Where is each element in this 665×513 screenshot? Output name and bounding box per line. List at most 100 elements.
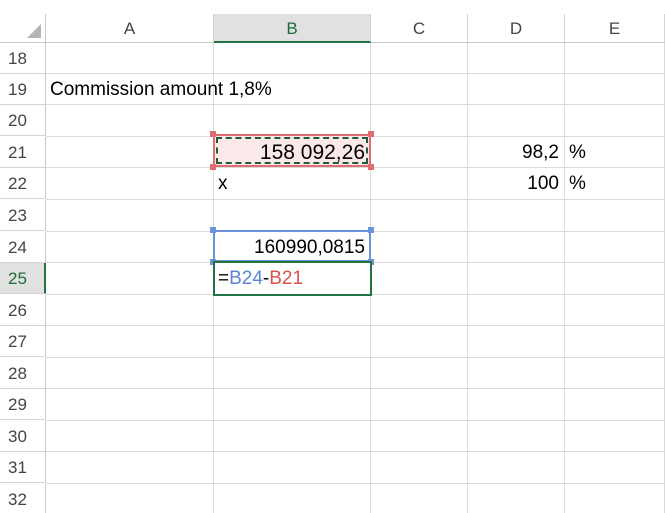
grid-cell[interactable] [565, 389, 665, 421]
cell-formula-editor[interactable]: =B24-B21 [218, 263, 303, 294]
formula-ref-b24: B24 [229, 268, 263, 289]
grid-cell[interactable] [468, 200, 565, 232]
column-header-a[interactable]: A [46, 14, 214, 43]
row-header-18[interactable]: 18 [0, 43, 46, 74]
row-header-19[interactable]: 19 [0, 74, 46, 105]
grid-cell[interactable] [565, 200, 665, 232]
grid-cell[interactable] [46, 295, 214, 326]
grid-cell[interactable] [214, 389, 371, 421]
grid-cell[interactable] [565, 484, 665, 513]
grid-cell[interactable] [371, 168, 468, 200]
row-header-21[interactable]: 21 [0, 137, 46, 168]
grid-cell[interactable] [46, 263, 214, 295]
grid-cell[interactable] [46, 232, 214, 263]
grid-cell[interactable] [46, 452, 214, 484]
grid-cell[interactable] [46, 326, 214, 358]
row-header-23[interactable]: 23 [0, 200, 46, 231]
grid-cell[interactable] [468, 295, 565, 326]
row-header-31[interactable]: 31 [0, 452, 46, 483]
grid-cell[interactable] [371, 452, 468, 484]
grid-cell[interactable] [371, 263, 468, 295]
grid-cell[interactable] [371, 326, 468, 358]
cell-b22[interactable]: x [214, 168, 371, 199]
grid-cell[interactable] [214, 421, 371, 452]
grid-cell[interactable] [371, 421, 468, 452]
grid-cell[interactable] [46, 484, 214, 513]
grid-cell[interactable] [46, 200, 214, 232]
grid-cell[interactable] [214, 200, 371, 232]
formula-ref-b21: B21 [269, 268, 304, 289]
grid-cell[interactable] [371, 137, 468, 168]
column-header-d[interactable]: D [468, 14, 565, 43]
cell-e22[interactable]: % [565, 168, 665, 199]
grid-cell[interactable] [468, 74, 565, 105]
grid-cell[interactable] [46, 168, 214, 200]
grid-cell[interactable] [214, 326, 371, 358]
grid-cell[interactable] [565, 326, 665, 358]
grid-cell[interactable] [46, 389, 214, 421]
grid-cell[interactable] [565, 295, 665, 326]
grid-cell[interactable] [214, 295, 371, 326]
cell-d22[interactable]: 100 [468, 168, 565, 199]
row-header-32[interactable]: 32 [0, 484, 46, 513]
grid-cell[interactable] [371, 484, 468, 513]
grid-cell[interactable] [371, 43, 468, 74]
row-header-29[interactable]: 29 [0, 389, 46, 420]
grid-cell[interactable] [46, 137, 214, 168]
grid-cell[interactable] [46, 358, 214, 389]
grid-cell[interactable] [565, 452, 665, 484]
grid-cell[interactable] [468, 358, 565, 389]
grid-cell[interactable] [468, 421, 565, 452]
grid-cell[interactable] [214, 452, 371, 484]
cell-b21[interactable]: 158 092,26 [214, 137, 371, 168]
grid-cell[interactable] [214, 43, 371, 74]
grid-cell[interactable] [371, 74, 468, 105]
grid-cell[interactable] [468, 43, 565, 74]
cell-e21[interactable]: % [565, 137, 665, 168]
row-header-26[interactable]: 26 [0, 295, 46, 326]
grid-cell[interactable] [371, 105, 468, 137]
grid-cell[interactable] [371, 358, 468, 389]
grid-cell[interactable] [468, 452, 565, 484]
cell-d21[interactable]: 98,2 [468, 137, 565, 168]
row-header-20[interactable]: 20 [0, 105, 46, 136]
column-header-e[interactable]: E [565, 14, 665, 43]
grid-cell[interactable] [565, 232, 665, 263]
grid-cell[interactable] [565, 358, 665, 389]
grid-cell[interactable] [468, 105, 565, 137]
row-header-27[interactable]: 27 [0, 326, 46, 357]
row-header-25[interactable]: 25 [0, 263, 46, 294]
grid-cell[interactable] [371, 389, 468, 421]
grid-cell[interactable] [371, 232, 468, 263]
grid-cell[interactable] [371, 295, 468, 326]
grid-cell[interactable] [468, 263, 565, 295]
grid-cell[interactable] [214, 105, 371, 137]
grid-cell[interactable] [565, 263, 665, 295]
select-all-button[interactable] [0, 14, 46, 43]
grid-cell[interactable] [46, 43, 214, 74]
row-header-28[interactable]: 28 [0, 358, 46, 389]
grid-cell[interactable] [565, 43, 665, 74]
grid-cell[interactable] [46, 421, 214, 452]
grid-cell[interactable] [214, 358, 371, 389]
spreadsheet-grid[interactable]: A B C D E 18 19 20 21 22 23 24 25 26 27 … [0, 0, 665, 513]
grid-cell[interactable] [214, 484, 371, 513]
grid-cell[interactable] [565, 105, 665, 137]
grid-cell[interactable] [565, 74, 665, 105]
grid-cell[interactable] [468, 326, 565, 358]
grid-cell[interactable] [565, 421, 665, 452]
row-header-30[interactable]: 30 [0, 421, 46, 452]
cell-d22-text: 100 [527, 173, 559, 194]
column-header-b[interactable]: B [214, 14, 371, 43]
grid-cell[interactable] [468, 484, 565, 513]
grid-cell[interactable] [371, 200, 468, 232]
grid-cell[interactable] [46, 105, 214, 137]
column-header-c[interactable]: C [371, 14, 468, 43]
active-cell-b25[interactable]: =B24-B21 [213, 261, 372, 296]
grid-cell[interactable] [468, 232, 565, 263]
cell-a19[interactable]: Commission amount 1,8% [46, 74, 272, 105]
row-header-24[interactable]: 24 [0, 232, 46, 263]
cell-b24[interactable]: 160990,0815 [214, 232, 371, 263]
row-header-22[interactable]: 22 [0, 168, 46, 199]
grid-cell[interactable] [468, 389, 565, 421]
